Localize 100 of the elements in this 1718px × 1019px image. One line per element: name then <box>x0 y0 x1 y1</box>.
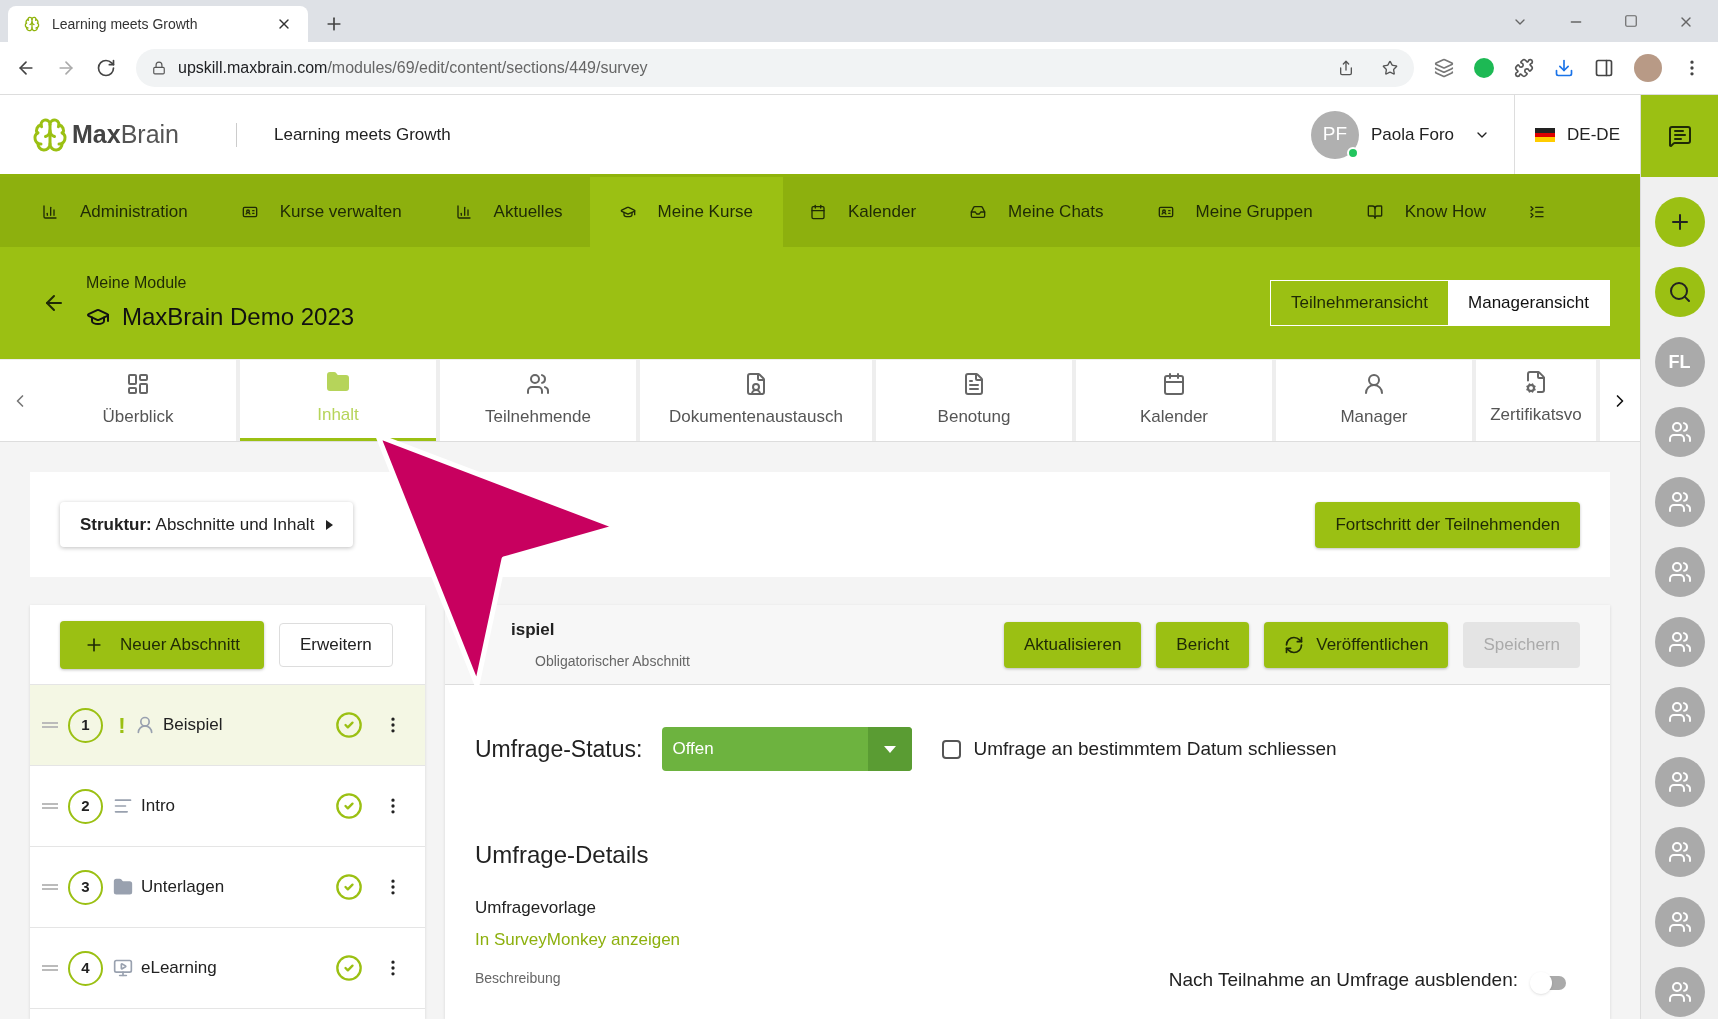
important-mark: ! <box>117 711 127 740</box>
template-label: Umfragevorlage <box>475 897 597 919</box>
group-icon <box>1667 490 1692 514</box>
restore-icon[interactable] <box>1624 14 1638 28</box>
group-avatar[interactable] <box>1654 967 1705 1017</box>
collapse-menu-icon[interactable] <box>1529 204 1545 220</box>
section-title: Intro <box>141 795 177 818</box>
section-tab[interactable]: Teilnehmende <box>440 360 636 441</box>
chat-icon <box>1667 124 1692 148</box>
section-title: Unterlagen <box>141 876 226 899</box>
group-avatar[interactable] <box>1654 687 1705 737</box>
new-section-button[interactable]: Neuer Abschnitt <box>60 620 264 669</box>
search-button[interactable] <box>1654 267 1705 317</box>
profile-avatar[interactable] <box>1634 54 1662 82</box>
section-tab[interactable]: Überblick <box>40 360 236 441</box>
text-lines-icon <box>113 796 133 816</box>
view-toggle[interactable]: Manageransicht <box>1448 281 1609 325</box>
details-heading: Umfrage-Details <box>475 840 650 870</box>
extension-icon[interactable] <box>1434 58 1454 78</box>
id-card-icon <box>241 204 258 220</box>
group-avatar[interactable] <box>1654 547 1705 597</box>
nav-item[interactable]: Kurse verwalten <box>214 177 429 247</box>
section-row[interactable]: 4 eLearning <box>30 928 425 1009</box>
section-row[interactable]: 3 Unterlagen <box>30 847 425 928</box>
flag-icon <box>1535 127 1556 142</box>
breadcrumb-link[interactable]: Meine Module <box>86 271 355 295</box>
caret-icon <box>326 519 334 530</box>
group-avatar[interactable] <box>1654 827 1705 877</box>
address-field[interactable]: upskill.maxbrain.com/modules/69/edit/content/sections/449/survey <box>136 49 1414 87</box>
section-title: eLearning <box>141 957 218 980</box>
puzzle-icon[interactable] <box>1514 58 1534 78</box>
share-icon[interactable] <box>1338 60 1354 76</box>
nav-item[interactable]: Kalender <box>783 177 944 247</box>
group-avatar[interactable] <box>1654 757 1705 807</box>
group-icon <box>1667 560 1692 584</box>
hide-after-label: Nach Teilnahme an Umfrage ausblenden: <box>1168 968 1518 992</box>
expand-button[interactable]: Erweitern <box>279 622 393 667</box>
section-number: 4 <box>68 950 103 986</box>
group-icon <box>1667 910 1692 934</box>
section-row[interactable]: 1 ! Beispiel <box>30 685 425 766</box>
section-title: Beispiel <box>163 714 224 737</box>
section-tab[interactable]: Dokumentenaustausch <box>640 360 872 441</box>
group-avatar[interactable] <box>1654 897 1705 947</box>
drag-handle-icon[interactable] <box>42 722 58 728</box>
nav-item[interactable]: Meine Chats <box>943 177 1131 247</box>
toolbar-button[interactable]: Bericht <box>1156 621 1250 668</box>
section-row[interactable]: 2 Intro <box>30 766 425 847</box>
status-label: Umfrage-Status: <box>475 734 643 764</box>
group-avatar[interactable] <box>1654 407 1705 457</box>
nav-item[interactable]: Administration <box>15 177 215 247</box>
close-date-checkbox[interactable]: Umfrage an bestimmtem Datum schliessen <box>942 734 1337 764</box>
section-heading: ispiel <box>511 619 556 642</box>
id-card-icon <box>1157 204 1174 220</box>
view-toggle[interactable]: Teilnehmeransicht <box>1271 281 1449 325</box>
group-avatar[interactable] <box>1654 477 1705 527</box>
logo-icon <box>32 116 68 153</box>
description-label: Beschreibung <box>475 968 561 988</box>
module-title: MaxBrain Demo 2023 <box>122 302 355 332</box>
reload-icon[interactable] <box>96 58 116 78</box>
side-panel-icon[interactable] <box>1594 58 1614 78</box>
section-tab[interactable]: Kalender <box>1076 360 1272 441</box>
section-tab[interactable]: Zertifikatsvo <box>1476 360 1596 441</box>
section-tab[interactable]: Manager <box>1276 360 1472 441</box>
star-icon[interactable] <box>1382 60 1398 76</box>
chart-icon <box>42 204 58 220</box>
user-menu[interactable]: PF Paola Foro <box>1310 110 1515 159</box>
drag-handle-icon[interactable] <box>42 965 58 971</box>
group-avatar[interactable] <box>1654 617 1705 667</box>
section-tab[interactable]: Benotung <box>876 360 1072 441</box>
caret-down-icon <box>884 745 897 753</box>
nav-item[interactable]: Know How <box>1339 177 1513 247</box>
calendar-icon <box>1162 371 1186 396</box>
drag-handle-icon[interactable] <box>42 884 58 890</box>
nav-item[interactable]: Meine Gruppen <box>1130 177 1340 247</box>
book-icon <box>1366 204 1383 220</box>
graduation-cap-icon <box>619 204 636 220</box>
search-icon <box>1667 280 1692 304</box>
add-button[interactable] <box>1654 197 1705 247</box>
drag-handle-icon[interactable] <box>42 803 58 809</box>
structure-dropdown[interactable]: Struktur: Abschnitte und Inhalt <box>60 502 354 547</box>
browser-tab[interactable]: Learning meets Growth <box>8 6 308 42</box>
lock-icon <box>152 61 166 75</box>
logo-text: MaxBrain <box>72 118 179 150</box>
download-icon[interactable] <box>1554 58 1574 78</box>
chat-button[interactable] <box>1641 95 1718 177</box>
toolbar-button[interactable]: Veröffentlichen <box>1264 621 1449 668</box>
progress-button[interactable]: Fortschritt der Teilnehmenden <box>1315 501 1580 548</box>
chart-icon <box>455 204 472 220</box>
nav-item[interactable]: Aktuelles <box>428 177 590 247</box>
dashboard-icon <box>126 371 150 396</box>
calendar-icon <box>810 204 827 220</box>
nav-item[interactable]: Meine Kurse <box>589 177 784 247</box>
group-icon <box>1667 980 1692 1004</box>
section-number: 3 <box>68 869 103 905</box>
extension-icon[interactable] <box>1474 58 1494 78</box>
language-selector[interactable]: DE-DE <box>1515 121 1640 148</box>
toolbar-button[interactable]: Aktualisieren <box>1004 621 1142 668</box>
group-icon <box>1667 770 1692 794</box>
users-icon <box>526 371 550 396</box>
document-icon <box>962 371 986 396</box>
